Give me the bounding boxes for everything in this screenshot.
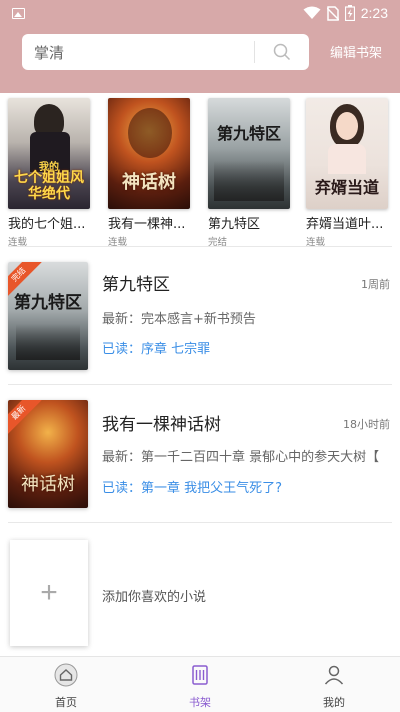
image-notification-icon xyxy=(12,7,25,19)
book-cover: 完结 第九特区 xyxy=(8,262,88,370)
bookshelf-icon xyxy=(192,665,208,685)
featured-books-row: 我的 七个姐姐风华绝代 我的七个姐... 连载 神话树 我有一棵神... 连载 … xyxy=(0,94,400,248)
book-cover: 第九特区 xyxy=(208,98,290,209)
book-title: 弃婿当道叶... xyxy=(306,217,384,232)
book-title: 我有一棵神... xyxy=(108,217,186,232)
edit-shelf-button[interactable]: 编辑书架 xyxy=(330,42,382,61)
wifi-icon xyxy=(303,6,321,19)
featured-book[interactable]: 第九特区 第九特区 完结 xyxy=(208,98,290,248)
no-sim-icon xyxy=(326,5,339,21)
book-title: 我的七个姐... xyxy=(8,217,86,232)
nav-profile[interactable]: 我的 xyxy=(304,663,364,710)
book-title: 第九特区 xyxy=(208,217,261,232)
book-cover: 最新 神话树 xyxy=(8,400,88,508)
home-icon xyxy=(54,663,78,687)
plus-icon: + xyxy=(40,576,58,609)
read-progress-link[interactable]: 已读：第一章 我把父王气死了? xyxy=(102,477,282,496)
add-book-label[interactable]: 添加你喜欢的小说 xyxy=(102,586,206,605)
nav-home[interactable]: 首页 xyxy=(36,663,96,710)
read-progress-link[interactable]: 已读：序章 七宗罪 xyxy=(102,338,210,357)
book-list-item[interactable]: 最新 神话树 我有一棵神话树 18小时前 最新：第一千二百四十章 景郁心中的参天… xyxy=(0,384,400,522)
book-list-item[interactable]: 完结 第九特区 第九特区 1周前 最新：完本感言+新书预告 已读：序章 七宗罪 xyxy=(0,246,400,384)
update-time: 18小时前 xyxy=(343,418,390,431)
cover-text: 第九特区 xyxy=(216,124,281,143)
cover-text: 神话树 xyxy=(122,172,176,193)
app-header: 掌清 编辑书架 xyxy=(0,26,400,93)
search-input[interactable]: 掌清 xyxy=(22,42,254,63)
nav-label: 首页 xyxy=(55,696,77,709)
book-cover: 我的 七个姐姐风华绝代 xyxy=(8,98,90,209)
status-bar: 2:23 xyxy=(0,0,400,26)
divider xyxy=(8,522,392,523)
latest-chapter: 最新：完本感言+新书预告 xyxy=(102,312,256,327)
battery-charging-icon xyxy=(344,5,355,21)
featured-book[interactable]: 弃婿当道 弃婿当道叶... 连载 xyxy=(306,98,388,248)
cover-text: 七个姐姐风华绝代 xyxy=(14,170,84,202)
book-title: 第九特区 xyxy=(102,275,170,295)
nav-bookshelf[interactable]: 书架 xyxy=(170,663,230,710)
cover-text: 第九特区 xyxy=(14,293,82,313)
bottom-navigation: 首页 书架 我的 xyxy=(0,656,400,712)
search-icon[interactable] xyxy=(255,34,309,70)
book-title: 我有一棵神话树 xyxy=(102,415,221,435)
status-ribbon: 最新 xyxy=(8,400,42,436)
add-book-button[interactable]: + xyxy=(10,540,88,646)
featured-book[interactable]: 神话树 我有一棵神... 连载 xyxy=(108,98,190,248)
book-cover: 弃婿当道 xyxy=(306,98,388,209)
latest-chapter: 最新：第一千二百四十章 景郁心中的参天大树【 xyxy=(102,450,380,465)
user-icon xyxy=(324,665,344,685)
featured-book[interactable]: 我的 七个姐姐风华绝代 我的七个姐... 连载 xyxy=(8,98,90,248)
cover-text: 弃婿当道 xyxy=(314,178,379,197)
cover-text: 神话树 xyxy=(21,474,75,495)
update-time: 1周前 xyxy=(361,278,390,291)
book-cover: 神话树 xyxy=(108,98,190,209)
clock: 2:23 xyxy=(360,5,388,21)
nav-label: 我的 xyxy=(323,696,345,709)
search-bar[interactable]: 掌清 xyxy=(22,34,309,70)
nav-label: 书架 xyxy=(189,696,211,709)
